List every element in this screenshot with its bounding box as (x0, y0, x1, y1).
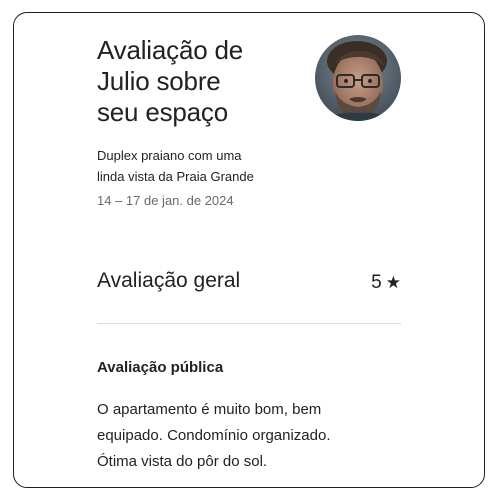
public-review-text: O apartamento é muito bom, bem equipado.… (97, 401, 331, 470)
overall-rating-label: Avaliação geral (97, 269, 241, 292)
review-card: Avaliação de Julio sobre seu espaço Dupl… (13, 12, 485, 488)
review-title: Avaliação de Julio sobre seu espaço (97, 35, 244, 127)
stay-dates: 14 – 17 de jan. de 2024 (97, 193, 234, 208)
star-icon: ★ (385, 273, 401, 292)
overall-rating-value: 5 (371, 272, 382, 293)
overall-rating: 5 ★ (371, 269, 401, 297)
listing-name: Duplex praiano com uma linda vista da Pr… (97, 148, 254, 184)
reviewer-avatar-image (315, 35, 401, 121)
section-divider (97, 323, 401, 324)
avatar[interactable] (315, 35, 401, 121)
public-review-label: Avaliação pública (97, 359, 224, 376)
